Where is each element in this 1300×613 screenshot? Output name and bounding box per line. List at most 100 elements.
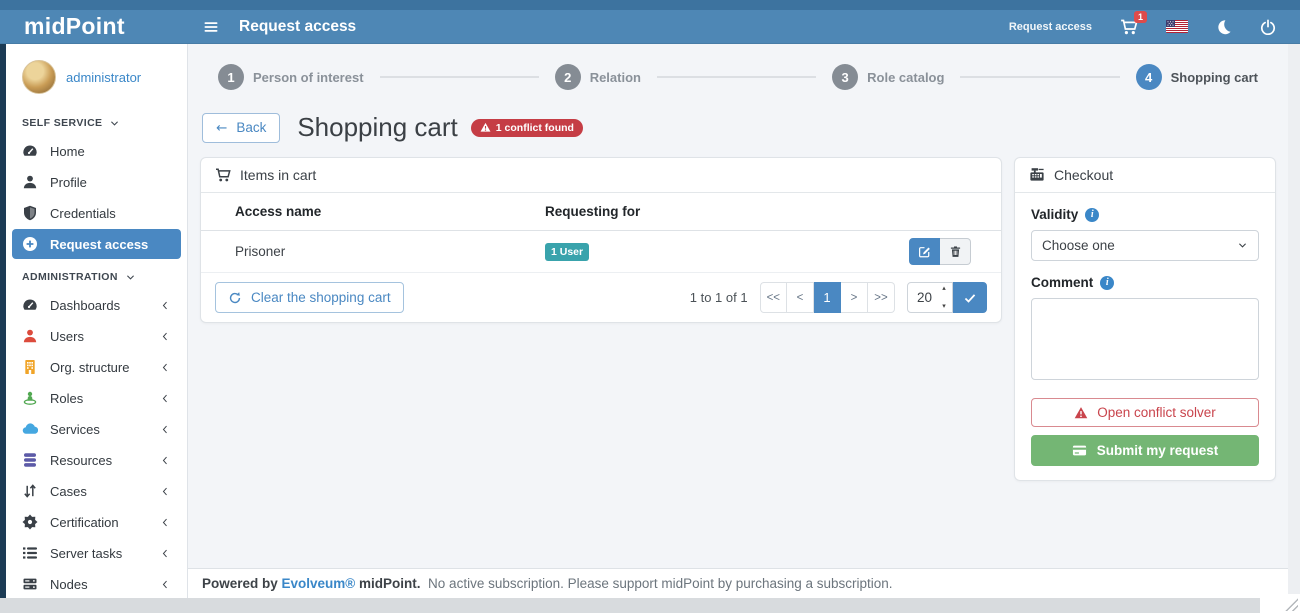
- sidebar-item-label: Request access: [50, 237, 148, 252]
- sidebar-item-services[interactable]: Services: [12, 414, 181, 444]
- pagination-next-button[interactable]: >: [841, 282, 868, 313]
- cart-count-badge: 1: [1134, 11, 1147, 24]
- validity-label-row: Validity i: [1031, 207, 1259, 222]
- evolveum-link[interactable]: Evolveum®: [282, 576, 356, 591]
- apply-page-size-button[interactable]: [953, 282, 987, 313]
- sidebar-section-administration[interactable]: ADMINISTRATION: [6, 260, 187, 290]
- sidebar-item-cases[interactable]: Cases: [12, 476, 181, 506]
- sidebar-item-server-tasks[interactable]: Server tasks: [12, 538, 181, 568]
- street-view-icon: [21, 390, 39, 406]
- info-icon[interactable]: i: [1100, 276, 1114, 290]
- arrow-left-icon: ←: [216, 120, 227, 136]
- validity-label: Validity: [1031, 207, 1078, 222]
- wizard-step-relation[interactable]: 2 Relation: [555, 64, 641, 90]
- edit-item-button[interactable]: [909, 238, 940, 265]
- chevron-left-icon: [160, 331, 171, 342]
- chevron-down-icon: [109, 118, 120, 129]
- plus-circle-icon: [21, 236, 39, 252]
- app-logo: midPoint: [0, 13, 188, 40]
- sidebar-item-label: Org. structure: [50, 360, 129, 375]
- table-row: Prisoner 1 User: [201, 231, 1001, 273]
- case-arrows-icon: [21, 483, 39, 499]
- comment-label: Comment: [1031, 275, 1093, 290]
- user-block: administrator: [6, 54, 187, 106]
- step-label: Relation: [590, 70, 641, 85]
- pagination-first-button[interactable]: <<: [760, 282, 787, 313]
- sidebar-section-self-service[interactable]: SELF SERVICE: [6, 106, 187, 136]
- back-button[interactable]: ← Back: [202, 113, 280, 143]
- items-panel-header: Items in cart: [201, 158, 1001, 193]
- step-label: Role catalog: [867, 70, 944, 85]
- pagination-prev-button[interactable]: <: [787, 282, 814, 313]
- delete-item-button[interactable]: [940, 238, 971, 265]
- hamburger-icon[interactable]: [203, 19, 219, 35]
- submit-request-button[interactable]: Submit my request: [1031, 435, 1259, 466]
- navbar-quick-link[interactable]: Request access: [1009, 21, 1092, 33]
- step-label: Person of interest: [253, 70, 364, 85]
- title-row: ← Back Shopping cart 1 conflict found: [202, 112, 1276, 143]
- midpoint-text: midPoint.: [355, 576, 424, 591]
- page-title: Shopping cart: [297, 112, 457, 143]
- wizard-step-shopping-cart[interactable]: 4 Shopping cart: [1136, 64, 1258, 90]
- sidebar-item-label: Nodes: [50, 577, 88, 592]
- flag-us-icon[interactable]: [1166, 20, 1188, 33]
- wizard-step-person-of-interest[interactable]: 1 Person of interest: [218, 64, 364, 90]
- step-connector: [960, 76, 1119, 78]
- items-panel-footer: Clear the shopping cart 1 to 1 of 1 << <…: [201, 273, 1001, 322]
- tasks-icon: [21, 545, 39, 561]
- sidebar-item-nodes[interactable]: Nodes: [12, 569, 181, 599]
- chevron-left-icon: [160, 362, 171, 373]
- step-number: 2: [555, 64, 581, 90]
- wizard-step-role-catalog[interactable]: 3 Role catalog: [832, 64, 944, 90]
- sidebar-item-credentials[interactable]: Credentials: [12, 198, 181, 228]
- comment-label-row: Comment i: [1031, 275, 1259, 290]
- conflict-badge-label: 1 conflict found: [496, 122, 574, 134]
- chevron-down-icon: [1237, 240, 1248, 251]
- pagination-last-button[interactable]: >>: [868, 282, 895, 313]
- spinner-arrows[interactable]: ▴▾: [938, 285, 950, 310]
- username-link[interactable]: administrator: [66, 70, 141, 85]
- comment-textarea[interactable]: [1031, 298, 1259, 380]
- chevron-left-icon: [160, 455, 171, 466]
- sidebar-item-dashboards[interactable]: Dashboards: [12, 290, 181, 320]
- warning-icon: [480, 122, 491, 133]
- wizard-steps: 1 Person of interest 2 Relation 3 Role c…: [218, 64, 1258, 90]
- cart-icon[interactable]: 1: [1120, 18, 1138, 36]
- pagination-page-1-button[interactable]: 1: [814, 282, 841, 313]
- powered-by-text: Powered by: [202, 576, 282, 591]
- chevron-left-icon: [160, 424, 171, 435]
- building-icon: [21, 359, 39, 375]
- bottom-strip: [0, 598, 1300, 613]
- right-edge-strip: [1288, 44, 1300, 598]
- database-icon: [21, 452, 39, 468]
- open-conflict-solver-button[interactable]: Open conflict solver: [1031, 398, 1259, 427]
- cloud-icon: [21, 421, 39, 437]
- chevron-left-icon: [160, 486, 171, 497]
- sidebar-item-home[interactable]: Home: [12, 136, 181, 166]
- navbar-page-title: Request access: [239, 18, 356, 36]
- power-icon[interactable]: [1260, 19, 1276, 35]
- navbar: midPoint Request access Request access 1: [0, 10, 1300, 44]
- validity-select[interactable]: Choose one: [1031, 230, 1259, 261]
- user-icon: [21, 328, 39, 344]
- main-content: 1 Person of interest 2 Relation 3 Role c…: [188, 44, 1288, 598]
- info-icon[interactable]: i: [1085, 208, 1099, 222]
- seal-icon: [21, 514, 39, 530]
- chevron-left-icon: [160, 393, 171, 404]
- tachometer-icon: [21, 297, 39, 313]
- sidebar-item-org-structure[interactable]: Org. structure: [12, 352, 181, 382]
- table-header-row: Access name Requesting for: [201, 193, 1001, 231]
- step-connector: [657, 76, 816, 78]
- clear-cart-button[interactable]: Clear the shopping cart: [215, 282, 404, 313]
- moon-icon[interactable]: [1216, 19, 1232, 35]
- clear-cart-label: Clear the shopping cart: [251, 290, 391, 305]
- sidebar-item-resources[interactable]: Resources: [12, 445, 181, 475]
- sidebar-item-roles[interactable]: Roles: [12, 383, 181, 413]
- sidebar-item-label: Server tasks: [50, 546, 122, 561]
- navbar-top-strip: [0, 0, 1300, 10]
- sidebar-item-users[interactable]: Users: [12, 321, 181, 351]
- sidebar-item-request-access[interactable]: Request access: [12, 229, 181, 259]
- sidebar-item-certification[interactable]: Certification: [12, 507, 181, 537]
- sidebar-item-profile[interactable]: Profile: [12, 167, 181, 197]
- shield-icon: [21, 205, 39, 221]
